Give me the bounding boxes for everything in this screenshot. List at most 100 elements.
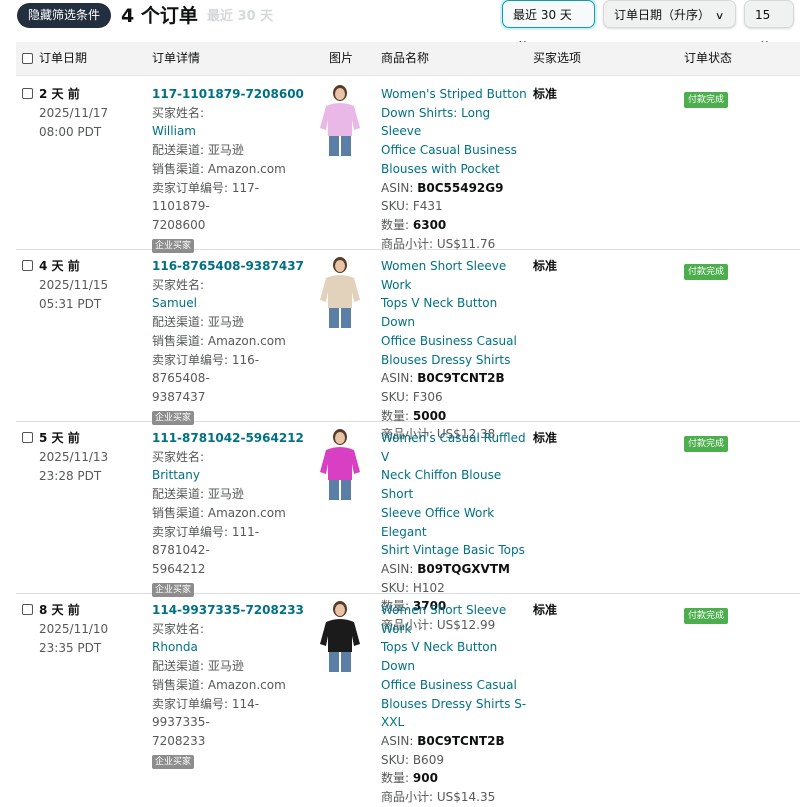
order-select-checkbox[interactable] — [22, 432, 33, 443]
order-date: 2025/11/17 — [39, 106, 109, 120]
product-title-line[interactable]: Blouses Dressy Shirts — [381, 351, 531, 370]
header-order-status: 订单状态 — [684, 51, 733, 65]
product-title-line[interactable]: Women's Striped Button — [381, 85, 531, 104]
product-title-line[interactable]: Office Casual Business — [381, 141, 531, 160]
order-time: 23:28 PDT — [39, 469, 102, 483]
buyer-option-cell: 标准 — [533, 259, 558, 273]
order-date: 2025/11/15 — [39, 278, 109, 292]
asin-line: ASIN: B0C55492G9 — [381, 179, 531, 198]
product-title-line[interactable]: Blouses with Pocket — [381, 160, 531, 179]
header-image: 图片 — [329, 51, 354, 65]
order-id-link[interactable]: 111-8781042-5964212 — [152, 429, 312, 448]
product-title-line[interactable]: Tops V Neck Button Down — [381, 638, 531, 675]
buyer-name-label: 买家姓名: — [152, 277, 205, 292]
order-select-checkbox[interactable] — [22, 604, 33, 615]
product-title-line[interactable]: Shirt Vintage Basic Tops — [381, 541, 531, 560]
product-image[interactable] — [314, 84, 366, 156]
model-shirt-image — [314, 256, 366, 328]
product-title-line[interactable]: Neck Chiffon Blouse Short — [381, 466, 531, 503]
seller-order-id-cont: 7208233 — [152, 733, 206, 748]
quantity-line: 数量: 6300 — [381, 216, 531, 235]
order-status-cell: 付款完成 — [684, 87, 729, 108]
asin-value: B0C9TCNT2B — [417, 371, 505, 386]
status-badge: 付款完成 — [684, 436, 729, 452]
sku-value: B609 — [412, 752, 444, 767]
sort-dropdown[interactable]: 订单日期（升序） ∨ — [603, 0, 736, 28]
subtotal-value: US$14.35 — [436, 790, 496, 805]
order-row: 5 天 前 2025/11/13 23:28 PDT 111-8781042-5… — [16, 421, 800, 632]
order-date-cell: 4 天 前 2025/11/15 05:31 PDT — [39, 257, 108, 314]
quantity-label: 数量: — [381, 771, 410, 786]
status-badge: 付款完成 — [684, 264, 729, 280]
orders-toolbar: 隐藏筛选条件 4 个订单 最近 30 天 最近 30 天∨ 订单日期（升序）∨ … — [0, 0, 800, 50]
product-image[interactable] — [314, 600, 366, 672]
quantity-line: 数量: 900 — [381, 769, 531, 788]
model-shirt-image — [314, 428, 366, 500]
product-title-line[interactable]: Office Business Casual — [381, 676, 531, 695]
quantity-label: 数量: — [381, 217, 410, 232]
product-title-line[interactable]: Tops V Neck Button Down — [381, 294, 531, 331]
buyer-option-cell: 标准 — [533, 431, 558, 445]
sku-label: SKU: — [381, 389, 409, 404]
header-buyer-option: 买家选项 — [533, 51, 582, 65]
product-title-line[interactable]: Women's Casual Ruffled V — [381, 429, 531, 466]
buyer-name-label: 买家姓名: — [152, 449, 205, 464]
sku-line: SKU: F431 — [381, 197, 531, 216]
sku-label: SKU: — [381, 752, 409, 767]
seller-order-id-cont: 5964212 — [152, 561, 206, 576]
order-select-checkbox[interactable] — [22, 260, 33, 271]
order-details-cell: 116-8765408-9387437 买家姓名: Samuel 配送渠道: 亚… — [152, 257, 312, 425]
order-date: 2025/11/13 — [39, 450, 109, 464]
per-page-dropdown[interactable]: 15∨ — [744, 0, 794, 50]
asin-line: ASIN: B0C9TCNT2B — [381, 732, 531, 751]
sort-value: 订单日期（升序） — [614, 8, 711, 22]
select-all-checkbox[interactable] — [22, 53, 33, 64]
product-cell: Women Short Sleeve Work Tops V Neck Butt… — [381, 601, 531, 807]
quantity-value: 6300 — [412, 217, 447, 232]
buyer-name-link[interactable]: Rhonda — [152, 638, 312, 657]
product-image[interactable] — [314, 428, 366, 500]
subtotal-line: 商品小计: US$14.35 — [381, 788, 531, 807]
order-id-link[interactable]: 117-1101879-7208600 — [152, 85, 312, 104]
status-badge: 付款完成 — [684, 92, 729, 108]
quantity-value: 900 — [412, 771, 438, 786]
buyer-name-link[interactable]: Samuel — [152, 294, 312, 313]
order-age: 2 天 前 — [39, 87, 80, 101]
seller-order-id-cont: 7208600 — [152, 217, 206, 232]
product-title-line[interactable]: Office Business Casual — [381, 332, 531, 351]
status-badge: 付款完成 — [684, 608, 729, 624]
asin-value: B0C9TCNT2B — [417, 733, 505, 748]
order-date-cell: 2 天 前 2025/11/17 08:00 PDT — [39, 85, 108, 142]
hide-filters-button[interactable]: 隐藏筛选条件 — [17, 3, 112, 28]
buyer-name-link[interactable]: William — [152, 122, 312, 141]
order-select-checkbox[interactable] — [22, 88, 33, 99]
product-title-line[interactable]: Women Short Sleeve Work — [381, 257, 531, 294]
buyer-option-cell: 标准 — [533, 603, 558, 617]
product-title-line[interactable]: Women Short Sleeve Work — [381, 601, 531, 638]
asin-line: ASIN: B0C9TCNT2B — [381, 369, 531, 388]
order-id-link[interactable]: 114-9937335-7208233 — [152, 601, 312, 620]
buyer-name-link[interactable]: Brittany — [152, 466, 312, 485]
subtotal-label: 商品小计: — [381, 790, 434, 805]
order-id-link[interactable]: 116-8765408-9387437 — [152, 257, 312, 276]
date-range-dropdown[interactable]: 最近 30 天∨ — [502, 0, 595, 50]
header-product-name: 商品名称 — [381, 51, 430, 65]
seller-order-id: 卖家订单编号: 116-8765408- — [152, 352, 260, 386]
asin-label: ASIN: — [381, 371, 414, 386]
order-time: 23:35 PDT — [39, 641, 102, 655]
product-title-line[interactable]: Blouses Dressy Shirts S-XXL — [381, 695, 531, 732]
order-status-cell: 付款完成 — [684, 603, 729, 624]
model-shirt-image — [314, 600, 366, 672]
product-image[interactable] — [314, 256, 366, 328]
orders-count-title: 4 个订单 — [121, 5, 198, 27]
header-order-date[interactable]: 订单日期 — [39, 42, 87, 75]
product-title-line[interactable]: Sleeve Office Work Elegant — [381, 504, 531, 541]
sales-channel: 销售渠道: Amazon.com — [152, 161, 286, 176]
order-status-cell: 付款完成 — [684, 431, 729, 452]
sales-channel: 销售渠道: Amazon.com — [152, 677, 286, 692]
sku-label: SKU: — [381, 199, 409, 214]
product-title-line[interactable]: Down Shirts: Long Sleeve — [381, 104, 531, 141]
order-date: 2025/11/10 — [39, 622, 109, 636]
asin-label: ASIN: — [381, 180, 414, 195]
asin-label: ASIN: — [381, 561, 414, 576]
